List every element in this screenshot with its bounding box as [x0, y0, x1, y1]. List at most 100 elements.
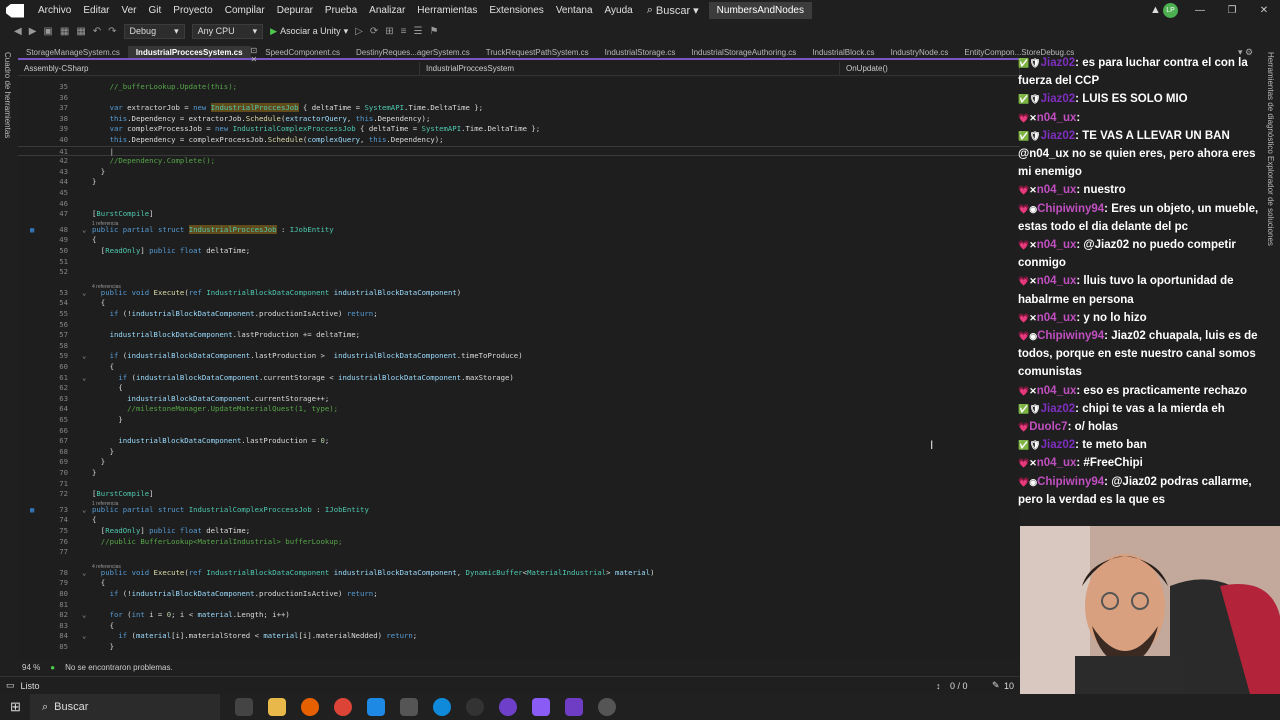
- code-line[interactable]: 58: [18, 341, 1020, 352]
- code-line[interactable]: 68 }: [18, 447, 1020, 458]
- tab[interactable]: StorageManageSystem.cs: [18, 46, 128, 58]
- menu-item[interactable]: Proyecto: [167, 5, 218, 16]
- codelens-icon[interactable]: ▦: [30, 505, 34, 516]
- menu-item[interactable]: Herramientas: [411, 5, 483, 16]
- code-line[interactable]: 62 {: [18, 383, 1020, 394]
- task-view-icon[interactable]: [235, 698, 253, 716]
- code-line[interactable]: 80 if (!industrialBlockDataComponent.pro…: [18, 589, 1020, 600]
- zoom-level[interactable]: 94 %: [22, 663, 40, 672]
- menu-item[interactable]: Ver: [115, 5, 142, 16]
- bird-app-icon[interactable]: [367, 698, 385, 716]
- bookmark-icon[interactable]: ⊞: [385, 26, 393, 37]
- code-line[interactable]: 46: [18, 199, 1020, 210]
- back-icon[interactable]: ◀: [14, 26, 22, 37]
- rider-icon[interactable]: [532, 698, 550, 716]
- fold-chevron-icon[interactable]: ⌄: [82, 610, 86, 621]
- maximize-icon[interactable]: ❐: [1216, 0, 1248, 21]
- toolbox-label[interactable]: Cuadro de herramientas: [3, 52, 12, 138]
- menu-item[interactable]: Git: [143, 5, 168, 16]
- code-line[interactable]: 74 {: [18, 515, 1020, 526]
- code-line[interactable]: 44}: [18, 177, 1020, 188]
- redo-icon[interactable]: ↷: [108, 26, 116, 37]
- undo-icon[interactable]: ↶: [93, 26, 101, 37]
- visual-studio-icon[interactable]: [565, 698, 583, 716]
- tab[interactable]: IndustrialStorageAuthoring.cs: [683, 46, 804, 58]
- menu-item[interactable]: Archivo: [32, 5, 77, 16]
- fold-chevron-icon[interactable]: ⌄: [82, 505, 86, 516]
- menu-item[interactable]: Prueba: [319, 5, 363, 16]
- fold-chevron-icon[interactable]: ⌄: [82, 631, 86, 642]
- code-line[interactable]: 79 {: [18, 578, 1020, 589]
- new-item-icon[interactable]: ▣: [43, 26, 52, 37]
- attach-unity-button[interactable]: ▶ Asociar a Unity ▾: [270, 26, 348, 37]
- code-line[interactable]: 60 {: [18, 362, 1020, 373]
- code-line[interactable]: 84 ⌄ if (material[i].materialStored < mat…: [18, 631, 1020, 642]
- code-line[interactable]: 85 }: [18, 642, 1020, 653]
- menu-item[interactable]: Ayuda: [599, 5, 639, 16]
- code-line[interactable]: 39 var complexProcessJob = new Industria…: [18, 124, 1020, 135]
- code-line[interactable]: 63 industrialBlockDataComponent.currentS…: [18, 394, 1020, 405]
- code-line[interactable]: 59 ⌄ if (industrialBlockDataComponent.las…: [18, 351, 1020, 362]
- code-line[interactable]: 75 [ReadOnly] public float deltaTime;: [18, 526, 1020, 537]
- bookmark-flag-icon[interactable]: ⚑: [429, 26, 438, 37]
- code-line[interactable]: 64 //milestoneManager.UpdateMaterialQues…: [18, 404, 1020, 415]
- fold-chevron-icon[interactable]: ⌄: [82, 373, 86, 384]
- code-line[interactable]: 83 {: [18, 621, 1020, 632]
- code-line[interactable]: 48 1 referencia ▦ ⌄ public partial struct In…: [18, 221, 1020, 236]
- code-line[interactable]: 77: [18, 547, 1020, 558]
- tab[interactable]: DestinyReques...agerSystem.cs: [348, 46, 478, 58]
- play-outline-icon[interactable]: ▷: [355, 26, 363, 37]
- code-line[interactable]: 40 this.Dependency = complexProcessJob.S…: [18, 135, 1020, 146]
- code-line[interactable]: 61 ⌄ if (industrialBlockDataComponent.cur…: [18, 373, 1020, 384]
- windows-start-icon[interactable]: ⊞: [10, 699, 21, 715]
- tab[interactable]: IndustrialStorage.cs: [597, 46, 684, 58]
- code-line[interactable]: 54 {: [18, 298, 1020, 309]
- code-line[interactable]: 76 //public BufferLookup<MaterialIndustr…: [18, 537, 1020, 548]
- save-icon[interactable]: ▦: [60, 26, 69, 37]
- hot-reload-icon[interactable]: ⟳: [370, 26, 378, 37]
- fold-chevron-icon[interactable]: ⌄: [82, 225, 86, 236]
- search-menu[interactable]: ⌕ Buscar ▾: [647, 4, 699, 17]
- edit-count[interactable]: 10: [1004, 681, 1014, 691]
- tab[interactable]: IndustryNode.cs: [883, 46, 957, 58]
- forward-icon[interactable]: ▶: [29, 26, 37, 37]
- fold-chevron-icon[interactable]: ⌄: [82, 568, 86, 579]
- menu-item[interactable]: Editar: [77, 5, 115, 16]
- menu-item[interactable]: Extensiones: [483, 5, 549, 16]
- close-icon[interactable]: ✕: [1248, 0, 1280, 21]
- platform-dropdown[interactable]: Any CPU ▾: [191, 23, 264, 39]
- code-line[interactable]: 66: [18, 426, 1020, 437]
- problems-status[interactable]: No se encontraron problemas.: [65, 663, 173, 672]
- menu-item[interactable]: Depurar: [271, 5, 319, 16]
- menu-item[interactable]: Ventana: [550, 5, 599, 16]
- format-icon[interactable]: ≡: [401, 26, 407, 37]
- code-line[interactable]: 42 //Dependency.Complete();: [18, 156, 1020, 167]
- code-line[interactable]: 65 }: [18, 415, 1020, 426]
- member-selector[interactable]: OnUpdate(): [840, 62, 1020, 75]
- code-line[interactable]: 37 var extractorJob = new IndustrialProc…: [18, 103, 1020, 114]
- code-line[interactable]: 38 this.Dependency = extractorJob.Schedu…: [18, 114, 1020, 125]
- codelens-icon[interactable]: ▦: [30, 225, 34, 236]
- obs-icon[interactable]: [466, 698, 484, 716]
- code-line[interactable]: 69 }: [18, 457, 1020, 468]
- taskbar-search[interactable]: ⌕ Buscar: [30, 694, 220, 720]
- config-dropdown[interactable]: Debug ▾: [123, 23, 185, 39]
- code-line[interactable]: 53 4 referencias ⌄ public void Execute(ref…: [18, 284, 1020, 299]
- tab[interactable]: IndustrialBlock.cs: [804, 46, 882, 58]
- code-line[interactable]: 82 ⌄ for (int i = 0; i < material.Length;…: [18, 610, 1020, 621]
- minimize-icon[interactable]: —: [1184, 0, 1216, 21]
- solution-name-badge[interactable]: NumbersAndNodes: [708, 2, 812, 19]
- fold-chevron-icon[interactable]: ⌄: [82, 351, 86, 362]
- firefox-icon[interactable]: [301, 698, 319, 716]
- code-line[interactable]: 81: [18, 600, 1020, 611]
- code-line[interactable]: 72 [BurstCompile]: [18, 489, 1020, 500]
- code-line[interactable]: 57 industrialBlockDataComponent.lastProd…: [18, 330, 1020, 341]
- code-line[interactable]: 67 industrialBlockDataComponent.lastProd…: [18, 436, 1020, 447]
- save-all-icon[interactable]: ▦: [76, 26, 85, 37]
- code-line[interactable]: 49 {: [18, 235, 1020, 246]
- tab[interactable]: TruckRequestPathSystem.cs: [478, 46, 597, 58]
- code-line[interactable]: 73 1 referencia ▦ ⌄ public partial struct In…: [18, 501, 1020, 516]
- code-line[interactable]: 47 [BurstCompile]: [18, 209, 1020, 220]
- code-editor[interactable]: 35 //_bufferLookup.Update(this); 36 37 var…: [18, 78, 1020, 660]
- code-line[interactable]: 35 //_bufferLookup.Update(this);: [18, 82, 1020, 93]
